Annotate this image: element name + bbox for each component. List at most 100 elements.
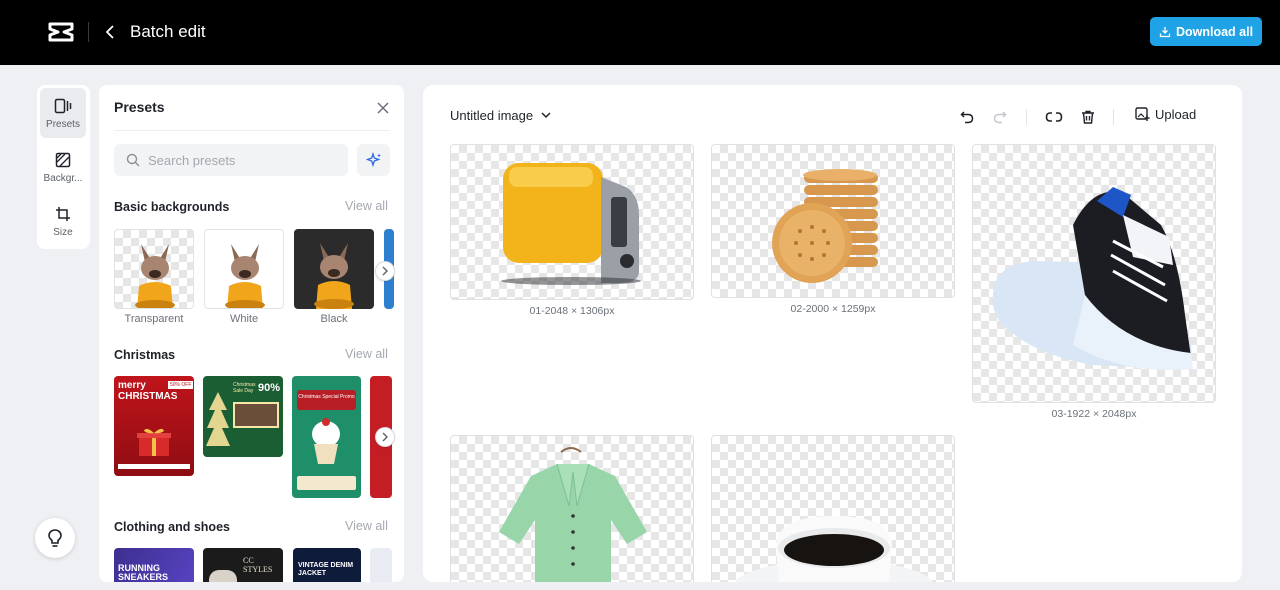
view-all-christmas[interactable]: View all (345, 347, 388, 361)
ai-generate-button[interactable] (357, 144, 390, 176)
replace-button[interactable] (1044, 107, 1064, 127)
rail-label-presets: Presets (46, 119, 80, 130)
section-title-clothing: Clothing and shoes (114, 520, 230, 534)
template-footer (118, 464, 190, 469)
template-photo (209, 570, 237, 582)
page-title: Batch edit (130, 22, 206, 41)
header-divider (88, 22, 89, 42)
clothing-template-2[interactable]: CC STYLES (203, 548, 283, 582)
toolbar-divider (1113, 109, 1114, 125)
redo-icon (993, 111, 1007, 124)
tips-button[interactable] (35, 518, 75, 558)
template-heading: Christmas Special Promo (297, 390, 356, 410)
rail-item-background[interactable]: Backgr... (40, 142, 86, 192)
clothing-template-1[interactable]: RUNNING SNEAKERS (114, 548, 194, 582)
close-icon[interactable] (375, 100, 391, 116)
image-card-4[interactable] (450, 435, 694, 582)
chevron-left-icon (105, 25, 114, 39)
dog-image (314, 243, 354, 309)
search-box (114, 144, 348, 176)
image-caption-3: 03-1922 × 2048px (1051, 408, 1137, 420)
image-card-3[interactable] (972, 144, 1216, 403)
rail-item-presets[interactable]: Presets (40, 88, 86, 138)
image-select-dropdown[interactable]: Untitled image (450, 108, 551, 123)
chevron-right-icon (382, 266, 388, 276)
undo-button[interactable] (957, 107, 977, 127)
preset-white[interactable] (204, 229, 284, 309)
canvas-area: Untitled image Upload 01-2048 × 1306px 0… (423, 85, 1242, 582)
image-card-1[interactable] (450, 144, 694, 300)
scroll-right-basic[interactable] (375, 261, 395, 281)
background-icon (55, 152, 71, 168)
top-bar: Batch edit Download all (0, 0, 1280, 65)
template-photo (233, 402, 279, 428)
template-heading: Christmas Sale Day (233, 382, 256, 394)
image-select-label: Untitled image (450, 108, 534, 123)
template-badge: 90% (258, 382, 281, 394)
preset-label-white: White (229, 313, 259, 325)
download-all-button[interactable]: Download all (1150, 17, 1262, 46)
back-button[interactable] (100, 20, 120, 44)
search-icon (126, 153, 140, 167)
clothing-template-partial[interactable] (370, 548, 392, 582)
clothing-template-3[interactable]: VINTAGE DENIM JACKET (293, 548, 361, 582)
gift-icon (137, 428, 171, 456)
toaster-image (501, 163, 641, 285)
download-icon (1159, 26, 1171, 37)
template-footer (297, 476, 356, 490)
upload-image-icon (1135, 107, 1150, 121)
image-caption-2: 02-2000 × 1259px (790, 303, 876, 315)
image-caption-1: 01-2048 × 1306px (529, 305, 615, 317)
presets-panel: Presets Basic backgrounds View all Trans… (99, 85, 404, 582)
rail-label-background: Backgr... (43, 173, 83, 184)
panel-title: Presets (114, 99, 165, 115)
image-card-5[interactable] (711, 435, 955, 582)
view-all-basic[interactable]: View all (345, 199, 388, 213)
dog-image (225, 244, 265, 308)
section-title-christmas: Christmas (114, 348, 176, 362)
crackers-image (772, 169, 878, 283)
delete-button[interactable] (1078, 107, 1098, 127)
christmas-template-3[interactable]: Christmas Special Promo (292, 376, 361, 498)
christmas-template-1[interactable]: merry CHRISTMAS 50% OFF (114, 376, 194, 476)
rail-item-size[interactable]: Size (40, 196, 86, 246)
undo-icon (960, 111, 974, 124)
search-input[interactable] (148, 152, 338, 168)
sneaker-image (992, 187, 1193, 370)
redo-button[interactable] (990, 107, 1010, 127)
panel-divider (114, 130, 390, 131)
template-heading: VINTAGE DENIM JACKET (298, 562, 354, 577)
capcut-logo[interactable] (48, 20, 74, 44)
scroll-right-christmas[interactable] (375, 427, 395, 447)
trash-icon (1082, 110, 1094, 124)
download-all-label: Download all (1175, 24, 1254, 39)
upload-label: Upload (1155, 107, 1197, 122)
preset-label-transparent: Transparent (124, 313, 184, 325)
template-heading: RUNNING SNEAKERS (118, 563, 169, 582)
tree-icon (206, 392, 230, 446)
template-badge: 50% OFF (168, 381, 194, 389)
link-icon (1045, 112, 1063, 122)
cupcake-icon (312, 418, 340, 464)
image-card-2[interactable] (711, 144, 955, 298)
preset-transparent[interactable] (114, 229, 194, 309)
preset-label-black: Black (320, 313, 348, 325)
coffee-image (735, 516, 933, 582)
shirt-image (499, 447, 647, 582)
chevron-right-icon (382, 432, 388, 442)
dog-image (135, 244, 175, 308)
view-all-clothing[interactable]: View all (345, 519, 388, 533)
sparkle-icon (365, 152, 381, 168)
preset-black[interactable] (294, 229, 374, 309)
toolbar-divider (1026, 109, 1027, 125)
christmas-template-2[interactable]: Christmas Sale Day 90% (203, 376, 283, 457)
upload-button[interactable]: Upload (1135, 107, 1196, 122)
presets-icon (54, 98, 72, 114)
section-title-basic: Basic backgrounds (114, 200, 230, 214)
rail-label-size: Size (53, 227, 73, 238)
template-heading: merry CHRISTMAS (118, 380, 178, 402)
chevron-down-icon (541, 112, 551, 119)
template-heading: CC STYLES (243, 556, 273, 574)
crop-icon (56, 207, 70, 221)
left-rail: Presets Backgr... Size (37, 85, 90, 249)
